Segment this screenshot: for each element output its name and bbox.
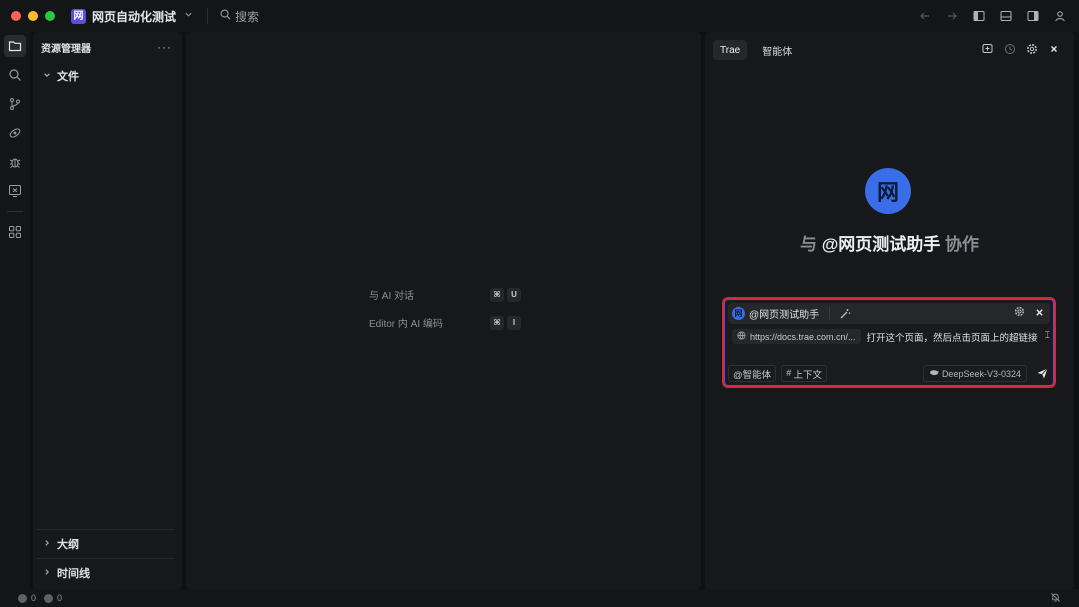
tab-agent[interactable]: 智能体 xyxy=(755,40,799,60)
new-chat-icon[interactable] xyxy=(981,42,994,55)
url-text: https://docs.trae.com.cn/... xyxy=(750,331,856,342)
magic-wand-icon[interactable] xyxy=(839,308,851,320)
project-name: 网页自动化测试 xyxy=(92,9,177,24)
text-cursor-icon: ⌶ xyxy=(1044,330,1050,340)
ai-toolbar xyxy=(981,42,1060,55)
toggle-left-panel-icon[interactable] xyxy=(972,9,986,23)
globe-icon xyxy=(737,331,746,342)
agent-close-icon[interactable] xyxy=(1035,306,1044,320)
title-actions xyxy=(918,0,1067,32)
context-label: 上下文 xyxy=(793,369,822,381)
chat-message-input[interactable]: https://docs.trae.com.cn/... 打开这个页面，然后点击… xyxy=(732,329,1038,344)
send-icon[interactable] xyxy=(1034,366,1050,382)
whale-icon xyxy=(929,368,939,379)
search-box[interactable]: 搜索 xyxy=(220,8,259,25)
search-icon[interactable] xyxy=(4,64,26,86)
context-button[interactable]: # 上下文 xyxy=(781,365,827,382)
agent-bar-divider xyxy=(829,307,831,320)
timeline-section[interactable]: 时间线 xyxy=(37,558,174,587)
error-icon[interactable] xyxy=(18,593,27,603)
key-u: U xyxy=(507,287,521,302)
explorer-panel: 资源管理器 ··· 文件 大纲 时间线 xyxy=(33,32,182,589)
warning-count[interactable]: 0 xyxy=(57,593,62,603)
folder-label: 文件 xyxy=(57,71,79,83)
mention-agent-button[interactable]: @智能体 xyxy=(728,365,777,382)
remote-explorer-icon[interactable] xyxy=(4,180,26,202)
chevron-down-icon xyxy=(43,71,51,81)
tab-trae[interactable]: Trae xyxy=(713,40,748,60)
notifications-off-icon[interactable] xyxy=(1050,592,1061,605)
hash-icon: # xyxy=(786,368,792,379)
editor-area: 与 AI 对话 ⌘ U Editor 内 AI 编码 ⌘ I xyxy=(186,32,701,589)
hint-inline-label: Editor 内 AI 编码 xyxy=(369,319,443,330)
activity-bar xyxy=(0,32,30,589)
title-divider xyxy=(207,8,209,24)
toggle-right-panel-icon[interactable] xyxy=(1026,9,1040,23)
outline-row[interactable]: 大纲 xyxy=(37,530,174,558)
key-cmd: ⌘ xyxy=(490,315,504,330)
search-placeholder: 搜索 xyxy=(235,9,260,24)
ide-window: 网 网页自动化测试 搜索 资源管理器 ··· 文件 大纲 时间线 与 AI 对话… xyxy=(0,0,1079,607)
minimize-window-button[interactable] xyxy=(28,11,38,21)
chevron-right-icon xyxy=(43,539,51,549)
agent-settings-gear-icon[interactable] xyxy=(1014,306,1025,320)
maximize-window-button[interactable] xyxy=(45,11,55,21)
outline-label: 大纲 xyxy=(57,539,79,551)
outline-section[interactable]: 大纲 xyxy=(37,529,174,558)
search-icon xyxy=(220,9,231,23)
warning-icon[interactable] xyxy=(44,593,54,603)
agent-mini-logo: 网 xyxy=(732,307,745,320)
collab-suffix: 协作 xyxy=(945,235,980,254)
activity-separator xyxy=(7,211,23,212)
chat-input-box[interactable]: 网 @网页测试助手 https://docs.trae.com.cn/... 打… xyxy=(722,297,1056,388)
title-bar: 网 网页自动化测试 搜索 xyxy=(0,0,1079,32)
history-icon[interactable] xyxy=(1003,42,1016,55)
agent-bar-actions xyxy=(1014,306,1044,320)
ai-panel: Trae 智能体 网 与 @网页测试助手 协作 网 @网页测试助手 https:… xyxy=(705,32,1074,589)
agent-avatar: 网 xyxy=(865,168,911,214)
agent-avatar-glyph: 网 xyxy=(876,180,899,205)
timeline-label: 时间线 xyxy=(57,568,90,580)
hint-chat-label: 与 AI 对话 xyxy=(369,291,415,302)
explorer-title: 资源管理器 xyxy=(41,43,91,55)
chevron-right-icon xyxy=(43,568,51,578)
folder-root[interactable]: 文件 xyxy=(33,62,182,90)
collab-heading: 与 @网页测试助手 协作 xyxy=(705,230,1074,255)
explorer-icon[interactable] xyxy=(4,35,26,57)
agent-selector-bar: 网 @网页测试助手 xyxy=(728,303,1050,324)
source-control-icon[interactable] xyxy=(4,93,26,115)
settings-gear-icon[interactable] xyxy=(1025,42,1038,55)
agent-mention-label[interactable]: @网页测试助手 xyxy=(749,306,819,321)
key-cmd: ⌘ xyxy=(490,287,504,302)
more-actions-button[interactable]: ··· xyxy=(157,40,172,54)
debug-icon[interactable] xyxy=(4,151,26,173)
toggle-bottom-panel-icon[interactable] xyxy=(999,9,1013,23)
close-window-button[interactable] xyxy=(11,11,21,21)
chat-footer: @智能体 # 上下文 DeepSeek-V3-0324 xyxy=(728,365,1050,382)
model-name: DeepSeek-V3-0324 xyxy=(941,368,1021,379)
message-text: 打开这个页面，然后点击页面上的超链接 xyxy=(866,332,1038,344)
explorer-header: 资源管理器 ··· xyxy=(33,32,182,62)
forward-arrow-icon[interactable] xyxy=(945,9,959,23)
hint-chat: 与 AI 对话 ⌘ U xyxy=(369,287,521,302)
chevron-down-icon xyxy=(184,10,193,22)
remote-link-icon[interactable] xyxy=(4,122,26,144)
timeline-row[interactable]: 时间线 xyxy=(37,559,174,587)
ai-tabs: Trae 智能体 xyxy=(713,40,799,60)
back-arrow-icon[interactable] xyxy=(918,9,932,23)
collab-prefix: 与 xyxy=(799,235,817,254)
extensions-icon[interactable] xyxy=(4,221,26,243)
close-icon[interactable] xyxy=(1047,42,1060,55)
model-selector[interactable]: DeepSeek-V3-0324 xyxy=(922,365,1027,382)
project-logo: 网 xyxy=(71,8,86,24)
key-i: I xyxy=(507,315,521,330)
window-controls xyxy=(0,11,55,21)
project-switcher[interactable]: 网 网页自动化测试 xyxy=(71,8,193,25)
error-count[interactable]: 0 xyxy=(31,593,36,603)
url-reference-chip[interactable]: https://docs.trae.com.cn/... xyxy=(732,329,861,344)
collab-agent-name: @网页测试助手 xyxy=(821,235,941,254)
hint-inline: Editor 内 AI 编码 ⌘ I xyxy=(369,315,521,330)
account-icon[interactable] xyxy=(1053,9,1067,23)
status-bar: 0 0 xyxy=(0,589,1079,607)
